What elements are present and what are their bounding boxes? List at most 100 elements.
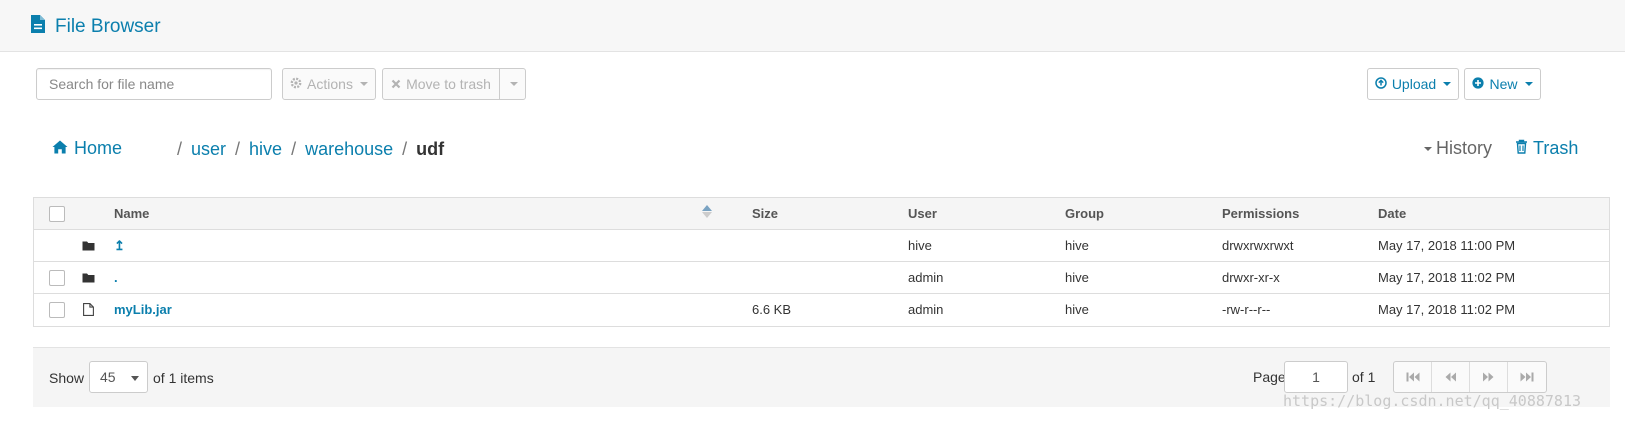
column-header-name-label: Name bbox=[114, 206, 150, 221]
chevron-down-icon bbox=[359, 82, 368, 86]
row-checkbox[interactable] bbox=[49, 270, 65, 286]
breadcrumb-item-warehouse[interactable]: warehouse bbox=[305, 139, 393, 160]
column-header-user[interactable]: User bbox=[908, 198, 937, 229]
chevron-down-icon bbox=[509, 82, 518, 86]
sort-up-icon bbox=[702, 205, 712, 211]
last-page-button[interactable] bbox=[1508, 362, 1546, 392]
plus-circle-icon bbox=[1472, 76, 1485, 92]
trash-link[interactable]: Trash bbox=[1515, 138, 1578, 159]
page-total: of 1 bbox=[1352, 369, 1376, 385]
chevron-down-icon bbox=[1424, 146, 1432, 151]
upload-circle-icon bbox=[1375, 76, 1387, 92]
folder-icon bbox=[82, 230, 95, 261]
file-name-link[interactable]: ↥ bbox=[114, 238, 125, 254]
history-toggle[interactable]: History bbox=[1422, 138, 1492, 159]
file-date: May 17, 2018 11:00 PM bbox=[1378, 238, 1516, 253]
home-link[interactable]: Home bbox=[52, 138, 122, 159]
app-title-group: File Browser bbox=[30, 14, 161, 39]
document-icon bbox=[30, 14, 46, 39]
breadcrumb-path: / user / hive / warehouse / udf bbox=[177, 139, 444, 160]
breadcrumb-separator: / bbox=[291, 139, 297, 159]
file-group: hive bbox=[1065, 238, 1089, 253]
move-to-trash-button[interactable]: Move to trash bbox=[382, 68, 500, 100]
table-row[interactable]: ↥ hive hive drwxrwxrwxt May 17, 2018 11:… bbox=[34, 230, 1609, 262]
actions-label: Actions bbox=[307, 76, 353, 92]
column-header-name[interactable]: Name bbox=[114, 198, 149, 229]
search-input[interactable] bbox=[36, 68, 272, 100]
table-row[interactable]: . admin hive drwxr-xr-x May 17, 2018 11:… bbox=[34, 262, 1609, 294]
breadcrumb: Home / user / hive / warehouse / udf His… bbox=[52, 134, 1592, 164]
next-page-button[interactable] bbox=[1470, 362, 1508, 392]
previous-page-icon bbox=[1445, 372, 1456, 382]
breadcrumb-separator: / bbox=[177, 139, 183, 159]
file-icon bbox=[83, 294, 94, 325]
pager-buttons bbox=[1393, 361, 1547, 393]
file-group: hive bbox=[1065, 302, 1089, 317]
sort-down-icon bbox=[702, 212, 712, 218]
breadcrumb-current: udf bbox=[416, 139, 445, 159]
move-to-trash-dropdown[interactable] bbox=[499, 68, 526, 100]
close-icon bbox=[391, 76, 401, 92]
previous-page-button[interactable] bbox=[1432, 362, 1470, 392]
show-label: Show bbox=[49, 370, 85, 386]
app-header: File Browser bbox=[0, 0, 1625, 52]
next-page-icon bbox=[1483, 372, 1494, 382]
upload-label: Upload bbox=[1391, 76, 1437, 92]
chevron-down-icon bbox=[1443, 82, 1452, 86]
upload-button[interactable]: Upload bbox=[1367, 68, 1459, 100]
page-number-input[interactable] bbox=[1284, 361, 1348, 393]
last-page-icon bbox=[1520, 372, 1534, 382]
select-all-checkbox[interactable] bbox=[49, 206, 65, 222]
page-label: Page bbox=[1253, 369, 1286, 385]
column-header-permissions[interactable]: Permissions bbox=[1222, 198, 1299, 229]
home-icon bbox=[52, 138, 68, 159]
gear-icon bbox=[290, 76, 302, 92]
page-size-select[interactable]: 45 bbox=[89, 361, 148, 393]
column-header-group[interactable]: Group bbox=[1065, 198, 1104, 229]
file-date: May 17, 2018 11:02 PM bbox=[1378, 302, 1516, 317]
file-user: admin bbox=[908, 270, 944, 285]
column-header-group-label: Group bbox=[1065, 206, 1104, 221]
file-permissions: drwxrwxrwxt bbox=[1222, 238, 1294, 253]
app-title: File Browser bbox=[55, 15, 161, 37]
first-page-button[interactable] bbox=[1394, 362, 1432, 392]
column-header-permissions-label: Permissions bbox=[1222, 206, 1300, 221]
watermark-text: https://blog.csdn.net/qq_40887813 bbox=[1283, 392, 1582, 410]
file-permissions: -rw-r--r-- bbox=[1222, 302, 1271, 317]
breadcrumb-item-user[interactable]: user bbox=[191, 139, 226, 160]
breadcrumb-separator: / bbox=[235, 139, 241, 159]
table-header: Name Size User Group Permissions Date bbox=[34, 198, 1609, 230]
first-page-icon bbox=[1406, 372, 1419, 382]
file-user: hive bbox=[908, 238, 932, 253]
file-date: May 17, 2018 11:02 PM bbox=[1378, 270, 1516, 285]
column-header-date[interactable]: Date bbox=[1378, 198, 1406, 229]
column-header-date-label: Date bbox=[1378, 206, 1407, 221]
row-checkbox[interactable] bbox=[49, 302, 65, 318]
new-button[interactable]: New bbox=[1464, 68, 1541, 100]
file-table: Name Size User Group Permissions Date ↥ … bbox=[33, 197, 1610, 327]
file-name-link[interactable]: . bbox=[114, 270, 118, 285]
move-to-trash-label: Move to trash bbox=[406, 76, 491, 92]
file-user: admin bbox=[908, 302, 944, 317]
home-label: Home bbox=[74, 138, 123, 158]
chevron-down-icon bbox=[131, 376, 139, 381]
file-size: 6.6 KB bbox=[752, 302, 792, 317]
breadcrumb-item-hive[interactable]: hive bbox=[249, 139, 282, 160]
file-permissions: drwxr-xr-x bbox=[1222, 270, 1280, 285]
column-header-user-label: User bbox=[908, 206, 937, 221]
page-size-value: 45 bbox=[100, 369, 116, 385]
items-count: of 1 items bbox=[153, 370, 214, 386]
actions-button[interactable]: Actions bbox=[282, 68, 376, 100]
new-label: New bbox=[1489, 76, 1518, 92]
column-header-size[interactable]: Size bbox=[752, 198, 778, 229]
folder-icon bbox=[82, 262, 95, 293]
history-label: History bbox=[1436, 138, 1493, 158]
table-row[interactable]: myLib.jar 6.6 KB admin hive -rw-r--r-- M… bbox=[34, 294, 1609, 326]
trash-icon bbox=[1515, 138, 1528, 159]
file-name-link[interactable]: myLib.jar bbox=[114, 302, 172, 317]
sort-ascending-icon[interactable] bbox=[702, 198, 712, 229]
trash-label: Trash bbox=[1533, 138, 1579, 158]
column-header-size-label: Size bbox=[752, 206, 779, 221]
chevron-down-icon bbox=[1524, 82, 1533, 86]
file-group: hive bbox=[1065, 270, 1089, 285]
